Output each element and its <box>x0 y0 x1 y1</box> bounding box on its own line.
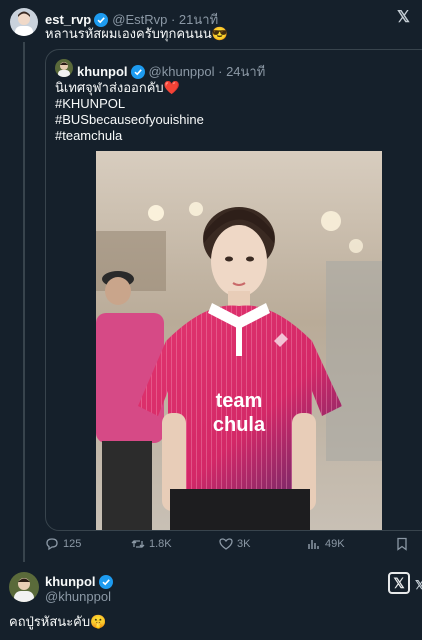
separator-dot: · <box>167 12 179 27</box>
repost-count: 1.8K <box>149 538 172 550</box>
reply-author-handle[interactable]: @khunppol <box>45 589 111 604</box>
quoted-time: 24นาที <box>226 64 266 79</box>
tweet-text: หลานรหัสผมเองครับทุกคนนน😎 <box>45 26 228 41</box>
heart-icon <box>219 538 233 550</box>
bookmark-icon <box>397 537 407 551</box>
reply-avatar[interactable] <box>9 572 39 602</box>
hashtag-link[interactable]: #BUSbecauseofyouishine <box>55 112 204 128</box>
like-count: 3K <box>237 538 251 550</box>
repost-icon <box>131 540 145 548</box>
shirt-text-team: team <box>216 390 263 412</box>
quoted-author-name: khunpol <box>77 64 128 79</box>
reply-header: khunpol <box>45 574 117 589</box>
hashtag-link[interactable]: #teamchula <box>55 128 122 144</box>
reply-button[interactable]: 125 <box>45 537 81 551</box>
reply-count: 125 <box>63 538 82 550</box>
quoted-line: นิเทศจุฬาส่งออกคับ❤️ <box>55 80 180 95</box>
reply-icon <box>46 538 58 551</box>
verified-badge-icon <box>130 64 145 79</box>
views-count: 49K <box>325 538 345 550</box>
quoted-header: khunpol @khunppol · 24นาที <box>77 61 265 82</box>
reply-author-name[interactable]: khunpol <box>45 574 96 589</box>
avatar[interactable] <box>10 8 38 36</box>
like-button[interactable]: 3K <box>219 537 250 551</box>
hashtag-link[interactable]: #KHUNPOL <box>55 96 125 112</box>
quoted-avatar <box>55 59 73 77</box>
x-logo-icon: 𝕏 <box>415 578 422 592</box>
author-handle[interactable]: @EstRvp <box>112 12 167 27</box>
views-button[interactable]: 49K <box>307 537 345 551</box>
bookmark-button[interactable] <box>395 537 413 551</box>
tweet-photo[interactable]: team chula <box>96 151 382 530</box>
separator-dot: · <box>214 64 227 79</box>
reply-text: คถปู่รหัสนะคับ🤫 <box>9 614 107 629</box>
tweet-actions: 125 1.8K 3K 49K <box>45 537 422 559</box>
x-logo-icon: 𝕏 <box>397 9 410 26</box>
reply-handle-row: @khunppol <box>45 589 111 604</box>
verified-badge-icon <box>94 12 109 27</box>
shirt-text-chula: chula <box>213 414 266 436</box>
quoted-author-handle: @khunppol <box>148 64 215 79</box>
thread-line <box>23 42 25 562</box>
author-name[interactable]: est_rvp <box>45 12 91 27</box>
repost-button[interactable]: 1.8K <box>131 537 172 551</box>
verified-badge-icon <box>98 574 113 589</box>
x-logo-icon[interactable]: 𝕏 <box>388 572 410 594</box>
views-icon <box>308 540 319 549</box>
quoted-tweet-card[interactable]: khunpol @khunppol · 24นาที นิเทศจุฬาส่งอ… <box>45 49 422 531</box>
